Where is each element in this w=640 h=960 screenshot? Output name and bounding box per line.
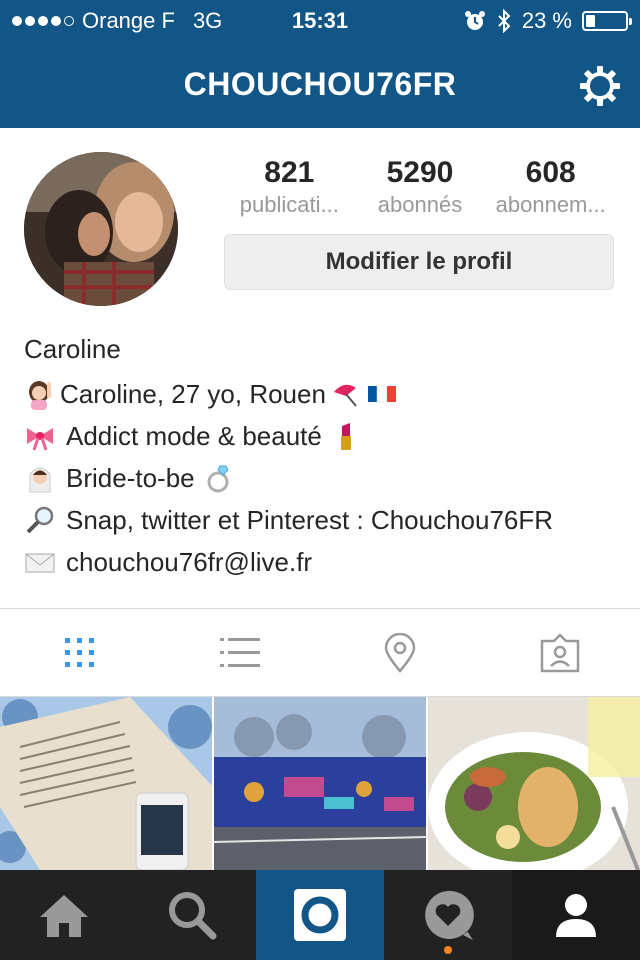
lipstick-emoji-icon [340,423,351,450]
bio-line: Addict mode & beauté [24,415,624,457]
bio-text: Snap, twitter et Pinterest : Chouchou76F… [66,504,554,535]
bride-emoji-icon [29,467,51,493]
edit-profile-button[interactable]: Modifier le profil [224,234,614,290]
stat-value: 608 [525,156,576,189]
bio-text: chouchou76fr@live.fr [66,546,313,577]
envelope-emoji-icon [25,553,55,573]
bio-text: Bride-to-be [66,462,195,493]
tab-location[interactable] [320,610,480,696]
battery-percent: 23 % [521,8,572,33]
tagged-person-icon [540,633,580,673]
gear-icon[interactable] [578,64,622,108]
stat-label: publicati... [239,192,339,217]
photo-thumbnail[interactable] [0,697,212,870]
stat-posts[interactable]: 821 publicati... [224,156,355,218]
profile-icon [556,894,596,937]
tab-tagged[interactable] [480,610,640,696]
photo-thumbnail[interactable] [214,697,426,870]
stat-following[interactable]: 608 abonnem... [485,156,616,218]
magnifier-emoji-icon [26,506,54,534]
tab-list[interactable] [160,610,320,696]
page-title: CHOUCHOU76FR [183,66,457,102]
profile-name: Caroline [24,334,121,364]
bio-line: Caroline, 27 yo, Rouen [24,373,624,415]
nav-search[interactable] [128,870,256,960]
notification-dot [444,946,452,954]
profile-stats: 821 publicati... 5290 abonnés 608 abonne… [224,156,616,218]
photo-grid [0,697,640,870]
nav-camera[interactable] [256,870,384,960]
alarm-icon [464,11,485,30]
grid-icon [65,638,94,667]
bio: Caroline Caroline, 27 yo, Rouen Addict m… [24,334,624,583]
nav-home[interactable] [0,870,128,960]
battery-icon [582,11,632,31]
tab-grid[interactable] [0,610,160,696]
bottom-nav [0,870,640,960]
bio-text: Addict mode & beauté [66,420,322,451]
stat-label: abonnem... [495,192,606,217]
stat-followers[interactable]: 5290 abonnés [355,156,486,218]
bio-line: Bride-to-be [24,457,624,499]
ribbon-emoji-icon [27,428,53,451]
bluetooth-icon [498,9,511,33]
status-bar: Orange F 3G 15:31 23 % [0,0,640,40]
search-icon [169,892,217,940]
france-flag-emoji-icon [367,385,396,403]
ring-emoji-icon [207,465,229,493]
nav-profile[interactable] [512,870,640,960]
bio-line: Snap, twitter et Pinterest : Chouchou76F… [24,499,624,541]
home-icon [40,895,88,937]
stat-value: 821 [264,156,315,189]
location-pin-icon [384,633,416,673]
nav-bar: CHOUCHOU76FR [0,40,640,128]
stat-label: abonnés [377,192,463,217]
avatar[interactable] [24,152,178,306]
nav-activity[interactable] [384,870,512,960]
profile-tabs [0,610,640,696]
photo-thumbnail[interactable] [428,697,640,870]
woman-raising-hand-emoji-icon [29,381,51,410]
list-icon [220,638,260,667]
stat-value: 5290 [386,156,454,189]
divider [0,608,640,609]
bio-text: Caroline, 27 yo, Rouen [60,378,326,409]
activity-heart-icon [425,890,474,940]
camera-icon [294,889,346,941]
bio-line: chouchou76fr@live.fr [24,541,624,583]
umbrella-emoji-icon [333,384,357,407]
